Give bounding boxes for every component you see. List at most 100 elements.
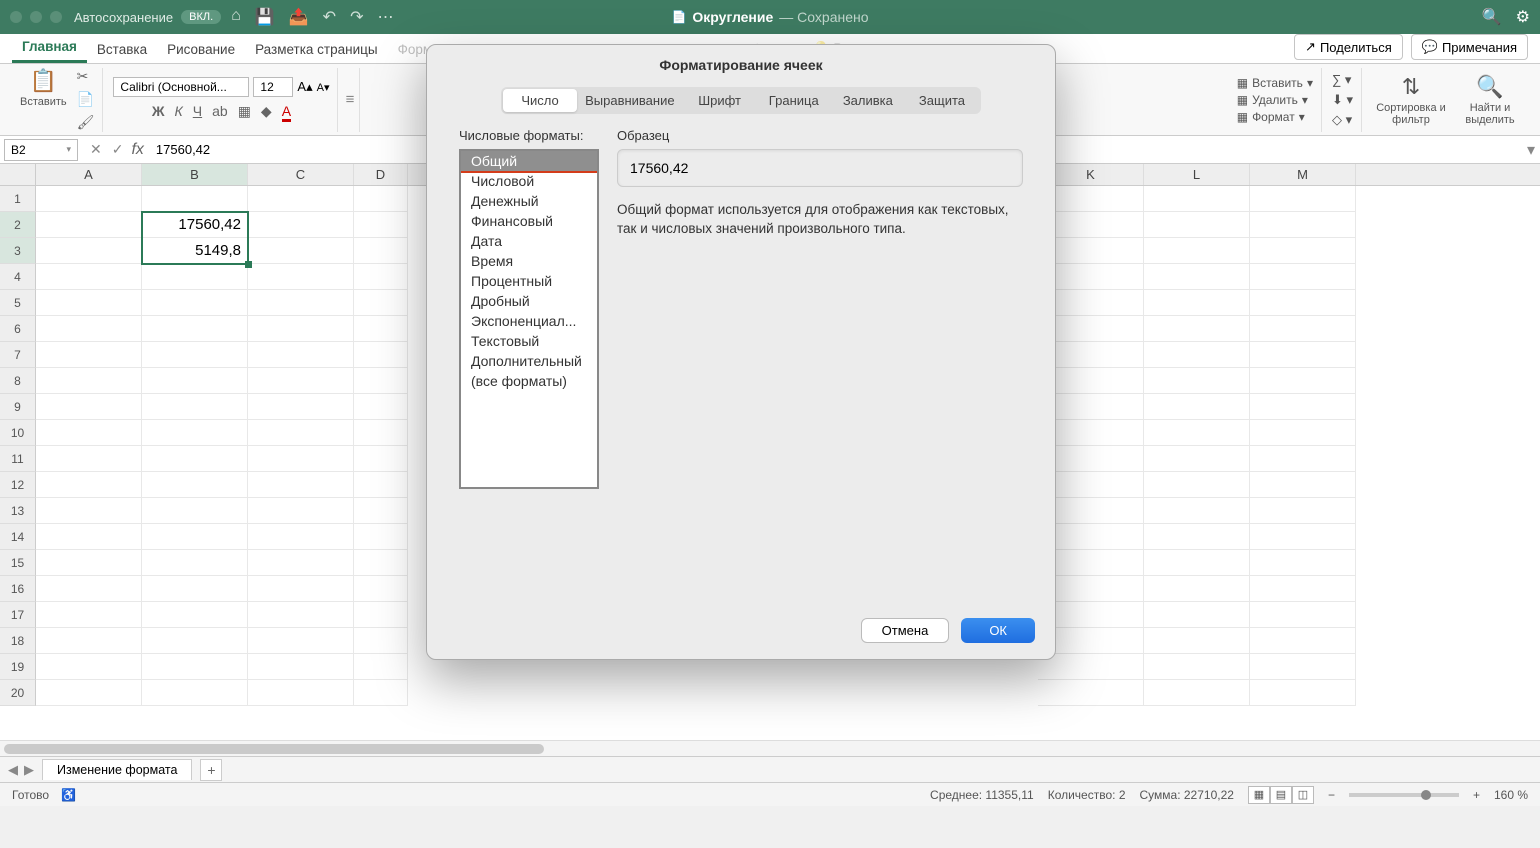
format-list-item[interactable]: Время	[461, 251, 597, 271]
cell[interactable]	[248, 472, 354, 498]
font-name-select[interactable]: Calibri (Основной...	[113, 77, 249, 97]
row-header[interactable]: 20	[0, 680, 36, 706]
cell[interactable]	[354, 238, 408, 264]
cell[interactable]	[1250, 186, 1356, 212]
cell[interactable]	[1250, 264, 1356, 290]
cell[interactable]	[1144, 602, 1250, 628]
row-header[interactable]: 11	[0, 446, 36, 472]
cell[interactable]	[1250, 524, 1356, 550]
zoom-out-icon[interactable]: −	[1328, 788, 1335, 802]
expand-formula-icon[interactable]: ▾	[1522, 140, 1540, 160]
col-header[interactable]: B	[142, 164, 248, 185]
share-icon[interactable]: 📤	[289, 7, 309, 27]
add-sheet-button[interactable]: +	[200, 759, 222, 781]
select-all-corner[interactable]	[0, 164, 36, 185]
cell[interactable]	[1250, 290, 1356, 316]
format-list-item[interactable]: Дополнительный	[461, 351, 597, 371]
fill-color-button[interactable]: ◆	[261, 103, 272, 122]
cell[interactable]	[408, 680, 1038, 706]
cell[interactable]	[1250, 342, 1356, 368]
find-select-button[interactable]: 🔍 Найти и выделить	[1456, 74, 1524, 126]
strike-button[interactable]: ab	[212, 103, 228, 122]
cell[interactable]	[248, 680, 354, 706]
col-header[interactable]: D	[354, 164, 408, 185]
clear-button[interactable]: ◇ ▾	[1332, 112, 1353, 128]
format-list-item[interactable]: (все форматы)	[461, 371, 597, 391]
accessibility-icon[interactable]: ♿	[61, 788, 76, 802]
cell[interactable]	[248, 212, 354, 238]
cell[interactable]	[1144, 472, 1250, 498]
autosum-button[interactable]: ∑ ▾	[1332, 72, 1353, 88]
cell[interactable]	[36, 238, 142, 264]
cell[interactable]	[1250, 680, 1356, 706]
format-list-item[interactable]: Экспоненциал...	[461, 311, 597, 331]
cell[interactable]	[1250, 550, 1356, 576]
cell[interactable]	[248, 264, 354, 290]
cell[interactable]	[248, 446, 354, 472]
cell[interactable]	[142, 394, 248, 420]
cell[interactable]	[1144, 368, 1250, 394]
cell[interactable]	[36, 394, 142, 420]
name-box[interactable]: B2▾	[4, 139, 78, 161]
format-list-item[interactable]: Процентный	[461, 271, 597, 291]
copy-icon[interactable]: 📄	[77, 91, 95, 108]
decrease-font-icon[interactable]: A▾	[317, 81, 330, 94]
cancel-button[interactable]: Отмена	[861, 618, 950, 643]
sheet-tab[interactable]: Изменение формата	[42, 759, 192, 780]
cell[interactable]	[1144, 446, 1250, 472]
bold-button[interactable]: Ж	[152, 103, 165, 122]
cell[interactable]	[1144, 576, 1250, 602]
cell[interactable]	[1144, 238, 1250, 264]
row-header[interactable]: 4	[0, 264, 36, 290]
window-controls[interactable]	[10, 11, 62, 23]
cell[interactable]	[142, 342, 248, 368]
cell[interactable]	[36, 264, 142, 290]
cell[interactable]	[36, 186, 142, 212]
cell[interactable]	[354, 602, 408, 628]
row-header[interactable]: 10	[0, 420, 36, 446]
cell[interactable]	[142, 680, 248, 706]
cell[interactable]	[1250, 576, 1356, 602]
cell[interactable]	[1144, 680, 1250, 706]
format-list-item[interactable]: Общий	[459, 149, 599, 173]
cell[interactable]	[142, 524, 248, 550]
row-header[interactable]: 19	[0, 654, 36, 680]
cell[interactable]	[1144, 498, 1250, 524]
dialog-tab-font[interactable]: Шрифт	[683, 89, 757, 112]
font-color-button[interactable]: А	[282, 103, 291, 122]
cell[interactable]	[1250, 498, 1356, 524]
row-header[interactable]: 9	[0, 394, 36, 420]
cell[interactable]	[36, 654, 142, 680]
row-header[interactable]: 12	[0, 472, 36, 498]
cell[interactable]: 5149,8	[142, 238, 248, 264]
cell[interactable]	[248, 498, 354, 524]
format-list-item[interactable]: Дробный	[461, 291, 597, 311]
cell[interactable]	[248, 420, 354, 446]
col-header[interactable]: M	[1250, 164, 1356, 185]
format-list-item[interactable]: Финансовый	[461, 211, 597, 231]
cell[interactable]	[354, 342, 408, 368]
cell[interactable]	[1250, 316, 1356, 342]
next-sheet-icon[interactable]: ▶	[24, 762, 34, 778]
cell[interactable]: 17560,42	[142, 212, 248, 238]
font-size-select[interactable]: 12	[253, 77, 293, 97]
cell[interactable]	[36, 342, 142, 368]
search-icon[interactable]: 🔍	[1482, 7, 1502, 27]
cell[interactable]	[1250, 368, 1356, 394]
cell[interactable]	[142, 628, 248, 654]
row-header[interactable]: 13	[0, 498, 36, 524]
row-header[interactable]: 18	[0, 628, 36, 654]
format-list[interactable]: ОбщийЧисловойДенежныйФинансовыйДатаВремя…	[459, 149, 599, 489]
row-header[interactable]: 6	[0, 316, 36, 342]
prev-sheet-icon[interactable]: ◀	[8, 762, 18, 778]
cell[interactable]	[354, 264, 408, 290]
cell[interactable]	[36, 602, 142, 628]
cell[interactable]	[36, 680, 142, 706]
dialog-tab-alignment[interactable]: Выравнивание	[577, 89, 682, 112]
border-button[interactable]: ▦	[238, 103, 251, 122]
format-painter-icon[interactable]: 🖌	[77, 114, 95, 131]
home-icon[interactable]: ⌂	[231, 7, 241, 27]
cell[interactable]	[354, 212, 408, 238]
format-list-item[interactable]: Дата	[461, 231, 597, 251]
row-header[interactable]: 2	[0, 212, 36, 238]
